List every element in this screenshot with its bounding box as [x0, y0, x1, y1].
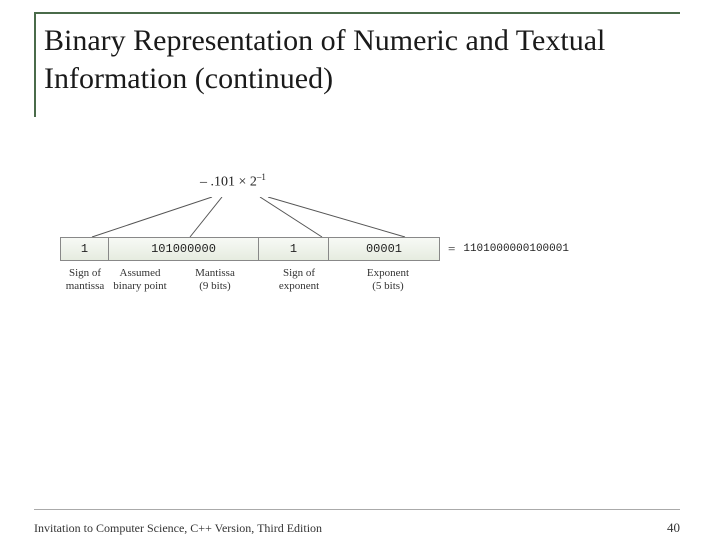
equals-sign: =: [440, 241, 463, 257]
label-exponent: Exponent (5 bits): [338, 267, 438, 293]
cell-sign-mantissa: 1: [61, 238, 109, 260]
cell-sign-exponent: 1: [259, 238, 329, 260]
label-binary-point: Assumed binary point: [110, 267, 170, 293]
fields-box: 1 101000000 1 00001: [60, 237, 440, 261]
title-container: Binary Representation of Numeric and Tex…: [34, 12, 680, 117]
fields-row: 1 101000000 1 00001 = 1101000000100001: [60, 237, 660, 261]
expr-prefix: – .101 × 2: [200, 175, 257, 190]
page-number: 40: [667, 520, 680, 536]
page-title: Binary Representation of Numeric and Tex…: [44, 22, 680, 97]
label-sign-mantissa: Sign of mantissa: [60, 267, 110, 293]
label-sign-exponent: Sign of exponent: [260, 267, 338, 293]
labels-row: Sign of mantissa Assumed binary point Ma…: [60, 267, 660, 293]
concatenated-binary: 1101000000100001: [463, 243, 569, 255]
cell-mantissa: 101000000: [109, 238, 259, 260]
footer: Invitation to Computer Science, C++ Vers…: [34, 520, 680, 536]
expr-exponent: –1: [257, 172, 266, 182]
footer-text: Invitation to Computer Science, C++ Vers…: [34, 521, 322, 536]
pointer-lines: [60, 197, 500, 239]
label-mantissa: Mantissa (9 bits): [170, 267, 260, 293]
divider: [34, 509, 680, 510]
expression: – .101 × 2–1: [200, 172, 660, 191]
float-diagram: – .101 × 2–1 1 101000000 1 00001 = 11010…: [60, 172, 660, 293]
cell-exponent: 00001: [329, 238, 439, 260]
